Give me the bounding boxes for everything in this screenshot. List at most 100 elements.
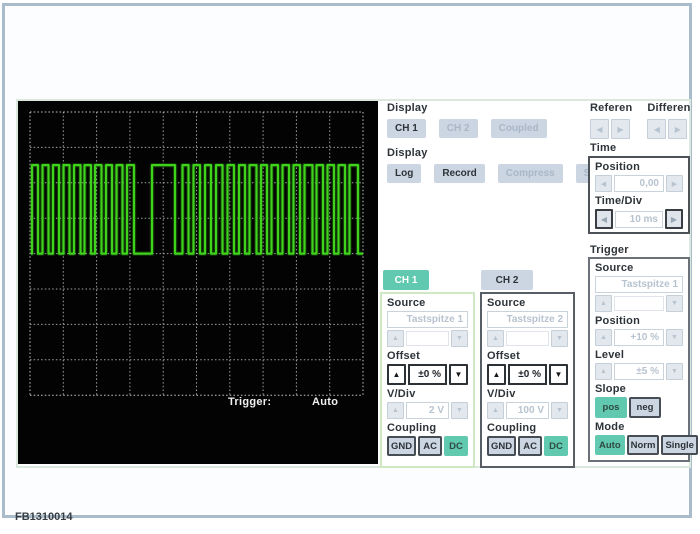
ch2-offset-value-field[interactable]: ±0 % — [508, 364, 547, 385]
ch2-source-spinner-field — [506, 331, 549, 346]
up-arrow-icon: ▲ — [600, 300, 607, 307]
up-arrow-icon: ▲ — [492, 370, 501, 379]
time-position-label: Position — [595, 161, 640, 173]
ch2-source-spinner: ▲ ▼ — [487, 330, 568, 347]
trigger-position-value-field: +10 % — [614, 329, 664, 346]
ch2-tab[interactable]: CH 2 — [481, 270, 533, 290]
left-arrow-icon: ◀ — [596, 124, 603, 134]
down-arrow-icon: ▼ — [456, 407, 463, 414]
timediv-value-field: 10 ms — [615, 210, 663, 228]
display-ch1-button[interactable]: CH 1 — [387, 119, 426, 138]
difference-arrows: ◀ ▶ — [647, 119, 690, 139]
ch2-offset-up-button[interactable]: ▲ — [487, 364, 506, 385]
ch1-vdiv-row: ▲ 2 V ▼ — [387, 402, 468, 419]
ch2-vdiv-value-field: 100 V — [506, 402, 549, 419]
down-arrow-icon: ▼ — [554, 370, 563, 379]
ch2-coupling-dc-button[interactable]: DC — [544, 436, 568, 456]
display-compress-button[interactable]: Compress — [497, 164, 563, 183]
trigger-level-down-button[interactable]: ▼ — [666, 363, 683, 380]
ch1-source-up-button[interactable]: ▲ — [387, 330, 404, 347]
ch2-source-up-button[interactable]: ▲ — [487, 330, 504, 347]
ch2-offset-label: Offset — [487, 350, 520, 362]
display-record-button[interactable]: Record — [434, 164, 485, 183]
ch1-vdiv-value-field: 2 V — [406, 402, 449, 419]
trigger-position-down-button[interactable]: ▼ — [666, 329, 683, 346]
time-position-increase-button[interactable]: ▶ — [666, 175, 683, 192]
down-arrow-icon: ▼ — [556, 335, 563, 342]
trigger-slope-row: pos neg — [595, 397, 683, 418]
right-arrow-icon: ▶ — [671, 180, 678, 188]
ch2-source-label: Source — [487, 297, 526, 309]
trigger-position-row: ▲ +10 % ▼ — [595, 329, 683, 346]
up-arrow-icon: ▲ — [600, 368, 607, 375]
ch1-source-down-button[interactable]: ▼ — [451, 330, 468, 347]
ch1-offset-row: ▲ ±0 % ▼ — [387, 364, 468, 385]
ch2-vdiv-up-button[interactable]: ▲ — [487, 402, 504, 419]
ch2-source-value-field: Tastspitze 2 — [487, 311, 568, 328]
trigger-status-label: Trigger: — [228, 396, 272, 408]
ch1-offset-down-button[interactable]: ▼ — [449, 364, 468, 385]
ch1-offset-label: Offset — [387, 350, 420, 362]
timediv-label: Time/Div — [595, 195, 643, 207]
trigger-source-up-button[interactable]: ▲ — [595, 295, 612, 312]
ch2-coupling-ac-button[interactable]: AC — [518, 436, 543, 456]
ch1-coupling-dc-button[interactable]: DC — [444, 436, 468, 456]
trigger-mode-single-button[interactable]: Single — [661, 435, 698, 455]
ch2-vdiv-down-button[interactable]: ▼ — [551, 402, 568, 419]
ch2-offset-down-button[interactable]: ▼ — [549, 364, 568, 385]
app-frame: Trigger: Auto Display CH 1 CH 2 Coupled … — [2, 3, 698, 523]
trigger-position-up-button[interactable]: ▲ — [595, 329, 612, 346]
time-position-row: ◀ 0,00 ▶ — [595, 175, 683, 192]
up-arrow-icon: ▲ — [492, 335, 499, 342]
ch1-vdiv-down-button[interactable]: ▼ — [451, 402, 468, 419]
up-arrow-icon: ▲ — [392, 335, 399, 342]
ch1-panel: Source Tastspitze 1 ▲ ▼ Offset ▲ ±0 % ▼ … — [380, 292, 475, 468]
right-arrow-icon: ▶ — [617, 124, 624, 134]
difference-prev-button[interactable]: ◀ — [647, 119, 667, 139]
ch1-vdiv-up-button[interactable]: ▲ — [387, 402, 404, 419]
display-coupled-button[interactable]: Coupled — [490, 119, 547, 138]
up-arrow-icon: ▲ — [392, 407, 399, 414]
ch2-coupling-gnd-button[interactable]: GND — [487, 436, 517, 456]
time-label: Time — [590, 142, 617, 154]
trigger-source-label: Source — [595, 262, 634, 274]
trigger-level-value-field: ±5 % — [614, 363, 664, 380]
trigger-mode-norm-button[interactable]: Norm — [626, 435, 660, 455]
trigger-label: Trigger — [590, 244, 629, 256]
trigger-slope-neg-button[interactable]: neg — [629, 397, 661, 418]
display-log-button[interactable]: Log — [387, 164, 422, 183]
trigger-mode-auto-button[interactable]: Auto — [595, 435, 625, 455]
ch1-source-spinner: ▲ ▼ — [387, 330, 468, 347]
ch1-coupling-ac-button[interactable]: AC — [418, 436, 443, 456]
trigger-source-down-button[interactable]: ▼ — [666, 295, 683, 312]
difference-label: Differen — [647, 102, 691, 114]
reference-next-button[interactable]: ▶ — [611, 119, 630, 139]
trigger-source-spinner: ▲ ▼ — [595, 295, 683, 312]
left-arrow-icon: ◀ — [653, 124, 660, 134]
time-position-decrease-button[interactable]: ◀ — [595, 175, 612, 192]
left-arrow-icon: ◀ — [600, 214, 608, 224]
timediv-increase-button[interactable]: ▶ — [665, 209, 683, 229]
up-arrow-icon: ▲ — [492, 407, 499, 414]
ch1-offset-value-field[interactable]: ±0 % — [408, 364, 447, 385]
ch2-source-row: Tastspitze 2 — [487, 311, 568, 328]
right-arrow-icon: ▶ — [674, 124, 681, 134]
reference-label: Referen — [590, 102, 633, 114]
ch1-offset-up-button[interactable]: ▲ — [387, 364, 406, 385]
ch1-vdiv-label: V/Div — [387, 388, 416, 400]
figure-number: FB1310014 — [15, 511, 73, 523]
ch2-source-down-button[interactable]: ▼ — [551, 330, 568, 347]
trigger-level-up-button[interactable]: ▲ — [595, 363, 612, 380]
reference-group: Referen ◀ ▶ — [590, 102, 632, 139]
difference-next-button[interactable]: ▶ — [668, 119, 688, 139]
ch1-source-row: Tastspitze 1 — [387, 311, 468, 328]
timediv-decrease-button[interactable]: ◀ — [595, 209, 613, 229]
display-ch2-button[interactable]: CH 2 — [438, 119, 478, 138]
trigger-source-value-field: Tastspitze 1 — [595, 276, 683, 293]
trigger-source-row: Tastspitze 1 — [595, 276, 683, 293]
trigger-slope-pos-button[interactable]: pos — [595, 397, 627, 418]
reference-prev-button[interactable]: ◀ — [590, 119, 609, 139]
ch1-coupling-gnd-button[interactable]: GND — [387, 436, 417, 456]
ch1-tab[interactable]: CH 1 — [383, 270, 429, 290]
ch1-source-value-field: Tastspitze 1 — [387, 311, 468, 328]
